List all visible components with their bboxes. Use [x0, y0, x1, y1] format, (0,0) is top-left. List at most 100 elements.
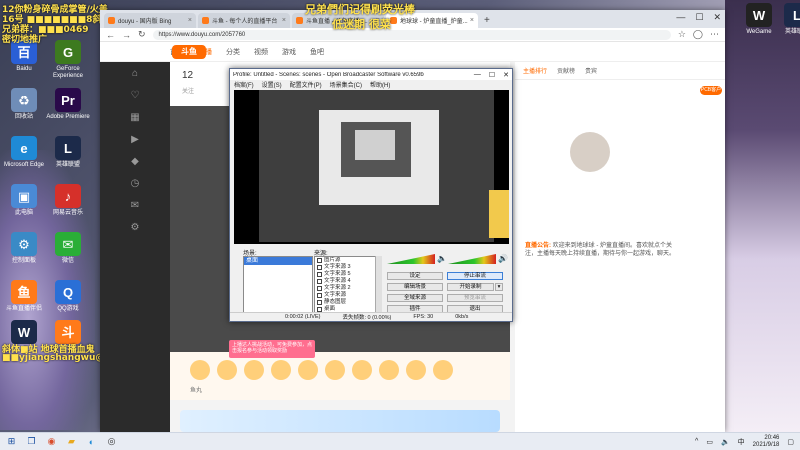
desktop-shortcut[interactable]: ⚙ 控制面板 — [2, 232, 46, 265]
desktop-shortcut[interactable]: G GeForce Experience — [46, 40, 90, 80]
source-checkbox[interactable] — [317, 286, 322, 291]
start-record-button[interactable]: 开始录制 — [447, 283, 494, 291]
menu-settings[interactable]: 设置(S) — [262, 80, 282, 89]
tab-contribution[interactable]: 贡献榜 — [557, 66, 575, 75]
sidebar-category-icon[interactable]: ▦ — [100, 106, 170, 128]
browser-tab[interactable]: douyu - 国内版 Bing × — [104, 13, 196, 28]
close-tab-icon[interactable]: × — [282, 17, 286, 24]
source-checkbox[interactable] — [317, 293, 322, 298]
anchor-avatar[interactable] — [570, 132, 610, 172]
pcb-client-button[interactable]: PCB客户端 — [700, 86, 722, 102]
favorites-icon[interactable]: ☆ — [678, 29, 686, 40]
edge-taskbar-icon[interactable]: ◐ — [86, 436, 97, 447]
forward-icon[interactable]: → — [122, 30, 131, 40]
browser-tab[interactable]: 斗鱼 - 每个人的直播平台 × — [198, 13, 290, 28]
gift-item[interactable] — [433, 360, 453, 380]
sidebar-home-icon[interactable]: ⌂ — [100, 62, 170, 84]
notification-icon[interactable]: ▢ — [787, 438, 794, 446]
source-checkbox[interactable] — [317, 279, 322, 284]
scene-item[interactable]: 桌面 — [244, 257, 312, 265]
obs-taskbar-icon[interactable]: ◎ — [106, 436, 117, 447]
settings-button[interactable]: 设定 — [387, 272, 443, 280]
gift-item[interactable] — [352, 360, 372, 380]
task-view-icon[interactable]: ❐ — [26, 436, 37, 447]
gift-item[interactable] — [379, 360, 399, 380]
clock[interactable]: 20:46 2021/9/18 — [753, 435, 780, 449]
file-explorer-icon[interactable]: ▰ — [66, 436, 77, 447]
source-item[interactable]: 文字来源 5 — [315, 271, 381, 278]
minimize-icon[interactable]: — — [676, 12, 685, 23]
desktop-shortcut[interactable]: ♪ 网易云音乐 — [46, 184, 90, 217]
preview-stream-button[interactable]: 预览串流 — [447, 294, 503, 302]
gift-item[interactable] — [217, 360, 237, 380]
back-icon[interactable]: ← — [106, 30, 115, 40]
desktop-shortcut[interactable]: L 英雄联盟 — [775, 3, 800, 36]
source-checkbox[interactable] — [317, 258, 322, 263]
obs-close-icon[interactable]: ✕ — [503, 71, 509, 79]
promo-banner[interactable] — [180, 410, 500, 432]
menu-icon[interactable]: ⋯ — [710, 29, 719, 40]
record-dropdown-icon[interactable]: ▾ — [495, 283, 503, 291]
menu-file[interactable]: 档案(F) — [234, 80, 254, 89]
stop-stream-button[interactable]: 停止串流 — [447, 272, 503, 280]
network-icon[interactable]: ▭ — [706, 438, 713, 446]
obs-maximize-icon[interactable]: ☐ — [489, 71, 495, 79]
profile-icon[interactable]: ◯ — [693, 29, 703, 40]
gift-item[interactable] — [271, 360, 291, 380]
sidebar-history-icon[interactable]: ◷ — [100, 172, 170, 194]
close-window-icon[interactable]: ✕ — [713, 12, 721, 23]
source-checkbox[interactable] — [317, 300, 322, 305]
gift-item[interactable] — [325, 360, 345, 380]
new-tab-button[interactable]: + — [484, 15, 490, 26]
desktop-shortcut[interactable]: Q QQ游戏 — [46, 280, 90, 313]
gift-item[interactable] — [190, 360, 210, 380]
close-tab-icon[interactable]: × — [470, 17, 474, 24]
nav-category[interactable]: 分类 — [226, 47, 240, 57]
desktop-shortcut[interactable]: 鱼斗鱼直播伴侣 — [2, 280, 46, 313]
source-item[interactable]: 文字来源 3 — [315, 264, 381, 271]
source-item[interactable]: 文字来源 — [315, 292, 381, 299]
source-item[interactable]: 文字来源 4 — [315, 278, 381, 285]
menu-scene-collection[interactable]: 场景集合(C) — [330, 80, 362, 89]
nav-video[interactable]: 视频 — [254, 47, 268, 57]
douyu-logo[interactable]: 斗鱼 — [172, 45, 206, 59]
sources-scrollbar[interactable] — [375, 256, 382, 319]
desktop-shortcut[interactable]: ▣ 此电脑 — [2, 184, 46, 217]
gift-item[interactable] — [244, 360, 264, 380]
tab-anchor-rank[interactable]: 主播排行 — [523, 66, 547, 75]
desktop-shortcut[interactable]: Pr Adobe Premiere — [46, 88, 90, 121]
windows-start-icon[interactable]: ⊞ — [6, 436, 17, 447]
desktop-shortcut[interactable]: ✉ 微信 — [46, 232, 90, 265]
sidebar-message-icon[interactable]: ✉ — [100, 194, 170, 216]
volume-icon[interactable]: 🔈 — [721, 438, 730, 446]
maximize-icon[interactable]: ☐ — [695, 12, 703, 23]
obs-minimize-icon[interactable]: — — [474, 71, 481, 79]
source-item[interactable]: 图片源 — [315, 257, 381, 264]
desktop-shortcut[interactable]: L 英雄联盟 — [46, 136, 90, 169]
source-item[interactable]: 文字来源 2 — [315, 285, 381, 292]
menu-help[interactable]: 帮助(H) — [370, 80, 390, 89]
obs-preview[interactable] — [234, 90, 509, 244]
sidebar-follow-icon[interactable]: ♡ — [100, 84, 170, 106]
source-checkbox[interactable] — [317, 265, 322, 270]
desktop-shortcut[interactable]: ♻ 回收站 — [2, 88, 46, 121]
desktop-shortcut[interactable]: e Microsoft Edge — [2, 136, 46, 169]
activity-notice[interactable]: 上播达人挑战活动，可免费参加，点击报名参与活动领取奖励 — [229, 340, 315, 358]
sidebar-video-icon[interactable]: ▶ — [100, 128, 170, 150]
nav-fishbar[interactable]: 鱼吧 — [310, 47, 324, 57]
source-item[interactable]: 静态图层 — [315, 299, 381, 306]
ime-icon[interactable]: 中 — [738, 437, 745, 447]
close-tab-icon[interactable]: × — [188, 17, 192, 24]
gift-item[interactable] — [298, 360, 318, 380]
browser-taskbar-icon[interactable]: ◉ — [46, 436, 57, 447]
refresh-icon[interactable]: ↻ — [138, 29, 146, 40]
sidebar-game-icon[interactable]: ◆ — [100, 150, 170, 172]
source-checkbox[interactable] — [317, 272, 322, 277]
edit-scene-button[interactable]: 编辑场景 — [387, 283, 443, 291]
menu-profiles[interactable]: 配置文件(P) — [290, 80, 322, 89]
speaker-icon[interactable]: 🔈 — [437, 254, 447, 263]
tray-chevron-icon[interactable]: ^ — [695, 438, 698, 445]
follow-label[interactable]: 关注 — [182, 86, 194, 95]
gift-item[interactable] — [406, 360, 426, 380]
global-sources-button[interactable]: 全域来源 — [387, 294, 443, 302]
